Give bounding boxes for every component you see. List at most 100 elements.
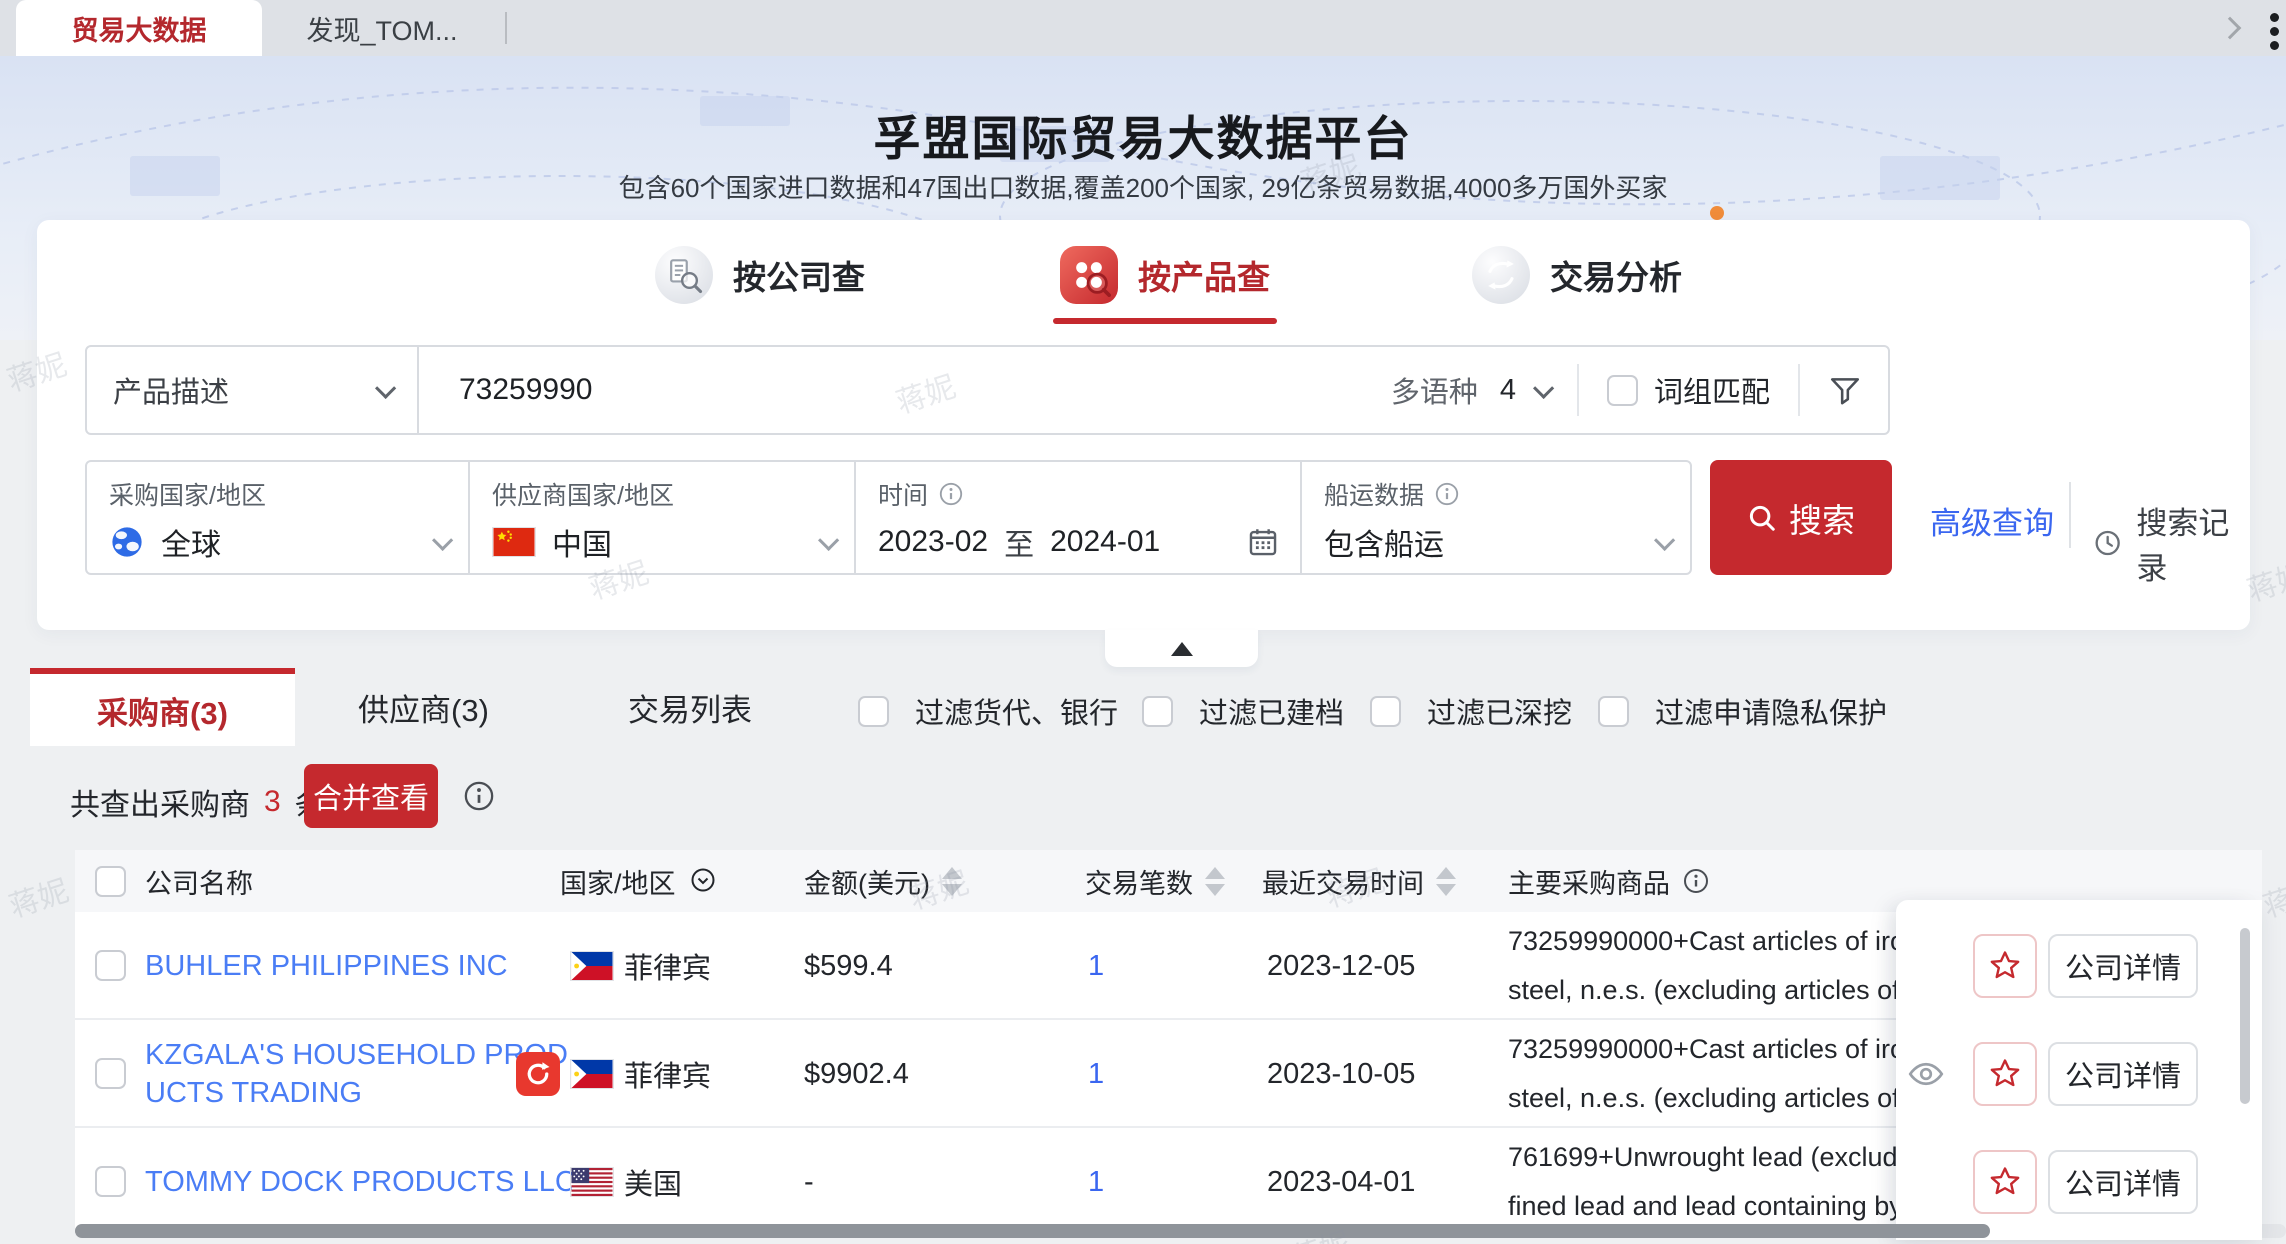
browser-tab-trade-data[interactable]: 贸易大数据 bbox=[16, 0, 262, 56]
company-name-line: KZGALA'S HOUSEHOLD PROD bbox=[145, 1036, 568, 1074]
tab-suppliers[interactable]: 供应商(3) bbox=[358, 668, 489, 746]
transaction-count-link[interactable]: 1 bbox=[1088, 912, 1104, 1020]
search-options: 多语种 4 词组匹配 bbox=[1391, 364, 1888, 416]
last-transaction-date: 2023-10-05 bbox=[1267, 1020, 1415, 1128]
filter-forwarder-bank-checkbox[interactable] bbox=[858, 696, 889, 727]
china-flag-icon bbox=[492, 527, 536, 557]
chevron-down-icon bbox=[375, 377, 396, 398]
country-flag-icon bbox=[570, 1128, 614, 1236]
advanced-search-link[interactable]: 高级查询 bbox=[1930, 498, 2054, 543]
browser-tab-bar: 贸易大数据 发现_TOM... bbox=[0, 0, 2286, 56]
row-checkbox[interactable] bbox=[95, 1166, 126, 1197]
supplier-country-label: 供应商国家/地区 bbox=[492, 476, 674, 512]
platform-title: 孚盟国际贸易大数据平台 bbox=[0, 100, 2286, 169]
company-name-link[interactable]: BUHLER PHILIPPINES INC bbox=[145, 912, 508, 1020]
company-name-line: TOMMY DOCK PRODUCTS LLC bbox=[145, 1163, 576, 1201]
chevron-down-icon bbox=[432, 529, 453, 550]
company-detail-button[interactable]: 公司详情 bbox=[2048, 1042, 2198, 1106]
time-separator: 至 bbox=[1004, 520, 1034, 564]
filter-option-label: 过滤申请隐私保护 bbox=[1655, 690, 1887, 732]
time-range-filter[interactable]: 时间 2023-02 至 2024-01 bbox=[854, 460, 1302, 575]
sort-transactions[interactable] bbox=[1205, 867, 1225, 896]
horizontal-scrollbar-thumb[interactable] bbox=[75, 1224, 1990, 1238]
multilang-label: 多语种 bbox=[1391, 369, 1478, 411]
vertical-scrollbar[interactable] bbox=[2240, 928, 2250, 1104]
divider bbox=[1577, 364, 1579, 416]
favorite-star-button[interactable] bbox=[1973, 1042, 2037, 1106]
company-name-link[interactable]: KZGALA'S HOUSEHOLD PRODUCTS TRADING bbox=[145, 1020, 568, 1128]
country-name: 菲律宾 bbox=[624, 912, 711, 1020]
country-flag-icon bbox=[570, 1020, 614, 1128]
chevron-down-icon[interactable] bbox=[1533, 377, 1554, 398]
tab-transaction-list[interactable]: 交易列表 bbox=[628, 668, 752, 746]
row-actions: 公司详情 bbox=[1896, 1042, 2262, 1106]
company-detail-button[interactable]: 公司详情 bbox=[2048, 934, 2198, 998]
transaction-count-link[interactable]: 1 bbox=[1088, 1128, 1104, 1236]
refresh-badge-icon bbox=[516, 1052, 560, 1096]
phrase-match-checkbox[interactable] bbox=[1607, 375, 1638, 406]
info-icon bbox=[1682, 867, 1710, 895]
search-history-link[interactable]: 搜索记录 bbox=[2093, 498, 2250, 588]
supplier-country-filter[interactable]: 供应商国家/地区 中国 bbox=[468, 460, 856, 575]
platform-subtitle: 包含60个国家进口数据和47国出口数据,覆盖200个国家, 29亿条贸易数据,4… bbox=[0, 168, 2286, 205]
buyer-country-filter[interactable]: 采购国家/地区 全球 bbox=[85, 460, 470, 575]
country-flag-icon bbox=[570, 912, 614, 1020]
company-name-line: BUHLER PHILIPPINES INC bbox=[145, 947, 508, 985]
buyer-country-label: 采购国家/地区 bbox=[109, 476, 266, 512]
transaction-count-link[interactable]: 1 bbox=[1088, 1020, 1104, 1128]
search-input[interactable] bbox=[419, 373, 1319, 407]
row-checkbox[interactable] bbox=[95, 1058, 126, 1089]
tab-label: 按产品查 bbox=[1138, 251, 1270, 299]
chevron-down-icon bbox=[818, 529, 839, 550]
product-line: 761699+Unwrought lead (excludin bbox=[1508, 1133, 1919, 1182]
product-search-icon bbox=[1060, 246, 1118, 304]
filter-deep-mined-checkbox[interactable] bbox=[1370, 696, 1401, 727]
info-icon bbox=[463, 780, 495, 812]
info-icon bbox=[1434, 481, 1460, 507]
divider bbox=[2069, 482, 2071, 548]
tab-trade-analysis[interactable]: 交易分析 bbox=[1472, 246, 1682, 304]
select-all-checkbox[interactable] bbox=[95, 866, 126, 897]
merge-view-button[interactable]: 合并查看 bbox=[304, 764, 438, 828]
info-icon bbox=[938, 481, 964, 507]
favorite-star-button[interactable] bbox=[1973, 934, 2037, 998]
watermark: 蒋妮 bbox=[3, 866, 74, 926]
country-filter-icon[interactable] bbox=[688, 866, 718, 896]
last-transaction-date: 2023-04-01 bbox=[1267, 1128, 1415, 1236]
row-checkbox[interactable] bbox=[95, 950, 126, 981]
sort-amount[interactable] bbox=[942, 867, 962, 896]
eye-icon[interactable] bbox=[1908, 1056, 1944, 1097]
company-name-link[interactable]: TOMMY DOCK PRODUCTS LLC bbox=[145, 1128, 576, 1236]
filter-funnel-icon[interactable] bbox=[1828, 373, 1862, 407]
tab-overflow-chevron-icon[interactable] bbox=[2219, 17, 2242, 40]
header-products: 主要采购商品 bbox=[1508, 862, 1670, 901]
search-button[interactable]: 搜索 bbox=[1710, 460, 1892, 575]
shipping-data-filter[interactable]: 船运数据 包含船运 bbox=[1300, 460, 1692, 575]
sort-last-date[interactable] bbox=[1436, 867, 1456, 896]
calendar-icon[interactable] bbox=[1246, 525, 1280, 559]
multilang-count: 4 bbox=[1500, 374, 1516, 407]
country-name: 菲律宾 bbox=[624, 1020, 711, 1128]
tab-search-by-company[interactable]: 按公司查 bbox=[655, 246, 865, 304]
arrow-up-icon bbox=[1171, 642, 1193, 656]
tab-search-by-product[interactable]: 按产品查 bbox=[1060, 246, 1270, 304]
favorite-star-button[interactable] bbox=[1973, 1150, 2037, 1214]
search-button-label: 搜索 bbox=[1789, 494, 1855, 542]
filter-option-label: 过滤货代、银行 bbox=[915, 690, 1118, 732]
filter-privacy-checkbox[interactable] bbox=[1598, 696, 1629, 727]
company-detail-button[interactable]: 公司详情 bbox=[2048, 1150, 2198, 1214]
filter-archived-checkbox[interactable] bbox=[1142, 696, 1173, 727]
tab-buyers[interactable]: 采购商(3) bbox=[30, 668, 295, 746]
browser-tab-discover[interactable]: 发现_TOM... bbox=[262, 0, 502, 56]
country-name: 美国 bbox=[624, 1128, 682, 1236]
browser-menu-icon[interactable] bbox=[2270, 8, 2286, 52]
shipping-value: 包含船运 bbox=[1324, 520, 1444, 564]
amount-usd: $9902.4 bbox=[804, 1020, 909, 1128]
header-company: 公司名称 bbox=[145, 862, 253, 901]
last-transaction-date: 2023-12-05 bbox=[1267, 912, 1415, 1020]
collapse-panel-button[interactable] bbox=[1105, 630, 1258, 667]
product-line: steel, n.e.s. (excluding articles of n bbox=[1508, 1074, 1922, 1123]
search-field-select[interactable]: 产品描述 bbox=[87, 347, 419, 433]
magnifier-icon bbox=[1747, 503, 1777, 533]
analysis-icon bbox=[1472, 246, 1530, 304]
